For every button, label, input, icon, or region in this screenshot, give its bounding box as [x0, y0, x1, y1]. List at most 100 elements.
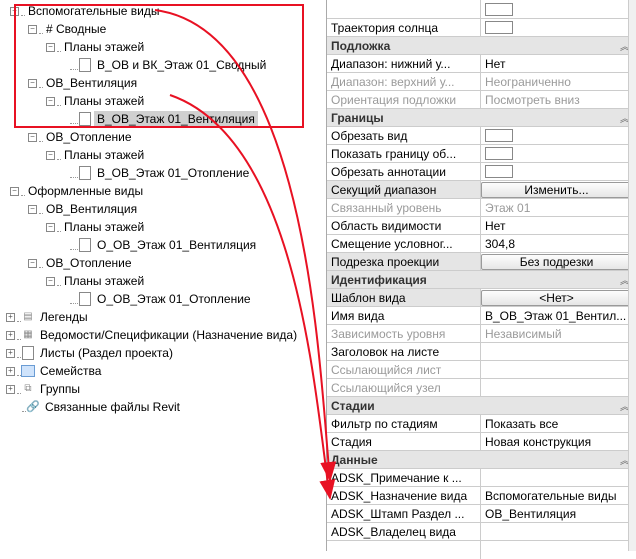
tree-label: ОВ_Отопление — [43, 129, 135, 145]
prop-value — [481, 361, 636, 379]
prop-key: Область видимости — [327, 217, 481, 235]
checkbox[interactable] — [485, 147, 513, 160]
checkbox[interactable] — [485, 129, 513, 142]
prop-key: Связанный уровень — [327, 199, 481, 217]
prop-value[interactable]: Показать все — [481, 415, 636, 433]
family-icon — [21, 365, 35, 377]
tree-node-schedules[interactable]: + Ведомости/Спецификации (Назначение вида… — [4, 326, 322, 344]
prop-row: Зависимость уровняНезависимый — [327, 324, 636, 342]
prop-value[interactable]: 304,8 — [481, 235, 636, 253]
tree-label: Ведомости/Спецификации (Назначение вида) — [37, 327, 300, 343]
plan-icon — [78, 239, 92, 251]
tree-leaf-o-ov-heat[interactable]: О_ОВ_Этаж 01_Отопление — [4, 290, 322, 308]
tree-node-ov-vent2[interactable]: −ОВ_Вентиляция — [4, 200, 322, 218]
edit-button[interactable]: Изменить... — [481, 182, 632, 198]
group-title: Идентификация — [327, 271, 636, 289]
prop-value[interactable]: В_ОВ_Этаж 01_Вентил... — [481, 307, 636, 325]
scrollbar[interactable] — [628, 0, 636, 551]
prop-row-sun: Траектория солнца — [327, 18, 636, 36]
collapse-icon[interactable]: − — [28, 205, 37, 214]
prop-row[interactable]: Диапазон: нижний у...Нет — [327, 54, 636, 72]
prop-row: Обрезать аннотации — [327, 162, 636, 180]
schedule-icon — [21, 329, 35, 341]
prop-row[interactable]: ADSK_Назначение видаВспомогательные виды — [327, 486, 636, 504]
tree-node-sheets[interactable]: +Листы (Раздел проекта) — [4, 344, 322, 362]
prop-key: ADSK_Штамп Раздел ... — [327, 505, 481, 523]
prop-row: Секущий диапазонИзменить... — [327, 180, 636, 198]
checkbox[interactable] — [485, 3, 513, 16]
prop-group-data[interactable]: Данные︽ — [327, 450, 636, 468]
collapse-icon[interactable]: − — [28, 259, 37, 268]
prop-value: Независимый — [481, 325, 636, 343]
prop-row: Показать границу об... — [327, 144, 636, 162]
prop-group-identity[interactable]: Идентификация︽ — [327, 270, 636, 288]
tree-node-legends[interactable]: + Легенды — [4, 308, 322, 326]
prop-value[interactable]: Вспомогательные виды — [481, 487, 636, 505]
collapse-icon[interactable]: − — [46, 151, 55, 160]
annotation-highlight-box — [14, 4, 304, 128]
prop-key: Шаблон вида — [327, 289, 481, 307]
tree-node-ov-heat2[interactable]: −ОВ_Отопление — [4, 254, 322, 272]
prop-value[interactable]: Новая конструкция — [481, 433, 636, 451]
prop-value[interactable]: ОВ_Вентиляция — [481, 505, 636, 523]
collapse-icon[interactable]: − — [46, 277, 55, 286]
prop-value[interactable]: Нет — [481, 55, 636, 73]
edit-button[interactable]: Без подрезки — [481, 254, 632, 270]
tree-leaf-heat[interactable]: В_ОВ_Этаж 01_Отопление — [4, 164, 322, 182]
group-title: Данные — [327, 451, 636, 469]
tree-node-floorplans[interactable]: −Планы этажей — [4, 272, 322, 290]
prop-value: Посмотреть вниз — [481, 91, 636, 109]
prop-row: Шаблон вида<Нет> — [327, 288, 636, 306]
checkbox[interactable] — [485, 21, 513, 34]
expand-icon[interactable]: + — [6, 331, 15, 340]
tree-label: Группы — [37, 381, 83, 397]
expand-icon[interactable]: + — [6, 367, 15, 376]
group-title: Границы — [327, 109, 636, 127]
tree-label: Планы этажей — [61, 147, 147, 163]
prop-row[interactable]: Заголовок на листе — [327, 342, 636, 360]
expand-icon[interactable]: + — [6, 349, 15, 358]
prop-row[interactable]: Смещение условног...304,8 — [327, 234, 636, 252]
tree-node-floorplans[interactable]: −Планы этажей — [4, 218, 322, 236]
tree-node-designed-views[interactable]: −Оформленные виды — [4, 182, 322, 200]
collapse-icon[interactable]: − — [46, 223, 55, 232]
expand-icon[interactable]: + — [6, 313, 15, 322]
prop-row[interactable]: СтадияНовая конструкция — [327, 432, 636, 450]
group-title: Подложка — [327, 37, 636, 55]
prop-group-extents[interactable]: Границы︽ — [327, 108, 636, 126]
prop-value: Неограниченно — [481, 73, 636, 91]
prop-group-underlay[interactable]: Подложка︽ — [327, 36, 636, 54]
properties-panel: Траектория солнца Подложка︽ Диапазон: ни… — [326, 0, 636, 551]
tree-node-families[interactable]: +Семейства — [4, 362, 322, 380]
prop-row[interactable]: Область видимостиНет — [327, 216, 636, 234]
checkbox[interactable] — [485, 165, 513, 178]
collapse-icon[interactable]: − — [10, 187, 19, 196]
prop-value[interactable] — [481, 469, 636, 487]
expand-icon[interactable]: + — [6, 385, 15, 394]
tree-label: Оформленные виды — [25, 183, 146, 199]
tree-label: Легенды — [37, 309, 91, 325]
tree-node-links[interactable]: Связанные файлы Revit — [4, 398, 322, 416]
tree-node-floorplans[interactable]: −Планы этажей — [4, 146, 322, 164]
prop-key: Обрезать аннотации — [327, 163, 481, 181]
tree-node-groups[interactable]: + Группы — [4, 380, 322, 398]
tree-leaf-o-ov-vent[interactable]: О_ОВ_Этаж 01_Вентиляция — [4, 236, 322, 254]
prop-value[interactable]: Нет — [481, 217, 636, 235]
prop-value[interactable] — [481, 343, 636, 361]
prop-value — [481, 379, 636, 397]
prop-row[interactable]: Фильтр по стадиямПоказать все — [327, 414, 636, 432]
prop-value[interactable] — [481, 523, 636, 541]
prop-row: Связанный уровеньЭтаж 01 — [327, 198, 636, 216]
collapse-icon[interactable]: − — [28, 133, 37, 142]
tree-label: Связанные файлы Revit — [42, 399, 183, 415]
prop-row: Диапазон: верхний у...Неограниченно — [327, 72, 636, 90]
prop-row[interactable]: ADSK_Владелец вида — [327, 522, 636, 540]
tree-node-ov-heat[interactable]: −ОВ_Отопление — [4, 128, 322, 146]
prop-row[interactable]: Имя видаВ_ОВ_Этаж 01_Вентил... — [327, 306, 636, 324]
prop-row: Ориентация подложкиПосмотреть вниз — [327, 90, 636, 108]
prop-row[interactable]: ADSK_Штамп Раздел ...ОВ_Вентиляция — [327, 504, 636, 522]
prop-key: Траектория солнца — [327, 19, 481, 37]
prop-group-phasing[interactable]: Стадии︽ — [327, 396, 636, 414]
prop-row[interactable]: ADSK_Примечание к ... — [327, 468, 636, 486]
template-button[interactable]: <Нет> — [481, 290, 632, 306]
